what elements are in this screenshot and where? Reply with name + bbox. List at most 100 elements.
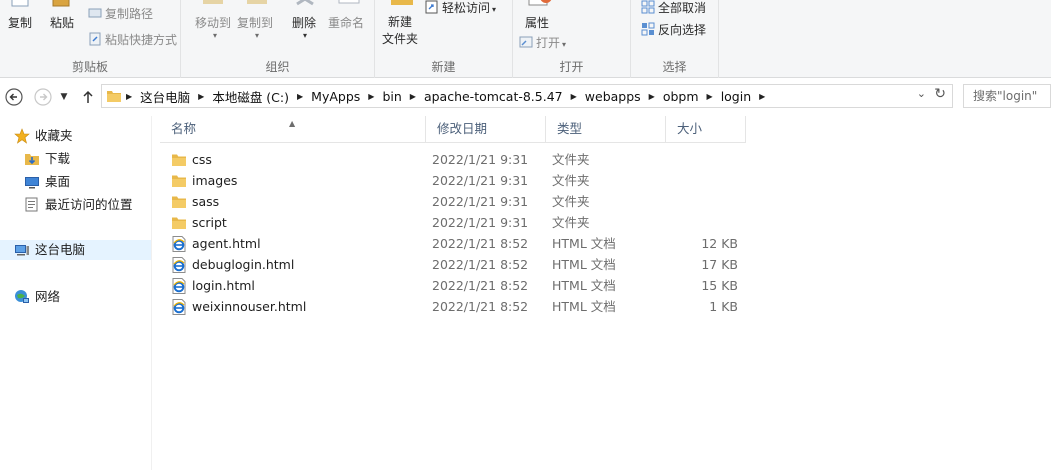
rename-icon xyxy=(337,0,361,11)
search-placeholder: 搜索"login" xyxy=(973,89,1038,103)
folder-icon xyxy=(171,173,187,192)
breadcrumb-item[interactable]: 本地磁盘 (C:) xyxy=(206,87,295,106)
search-input[interactable]: 搜索"login" xyxy=(963,84,1051,108)
ribbon-group-select: 全部取消 反向选择 选择 xyxy=(631,0,719,78)
copy-path-icon xyxy=(88,6,102,20)
properties-button[interactable]: 属性 xyxy=(525,14,549,31)
sidebar-item-recent[interactable]: 最近访问的位置 xyxy=(24,195,133,215)
star-icon xyxy=(14,128,30,144)
address-bar[interactable]: ▶ 这台电脑 ▶ 本地磁盘 (C:) ▶ MyApps ▶ bin ▶ apache-tomcat… xyxy=(101,84,953,108)
folder-icon xyxy=(171,215,187,234)
breadcrumb-separator-icon[interactable]: ▶ xyxy=(124,92,134,101)
new-folder-button[interactable]: 新建 文件夹 xyxy=(382,14,418,48)
easy-access-button[interactable]: 轻松访问 ▾ xyxy=(425,0,496,16)
open-button[interactable]: 打开 ▾ xyxy=(519,34,566,51)
breadcrumb-separator-icon[interactable]: ▶ xyxy=(757,92,767,101)
recent-locations-button[interactable]: ▼ xyxy=(57,87,71,107)
sidebar-item-desktop[interactable]: 桌面 xyxy=(24,172,70,192)
file-name: images xyxy=(192,173,238,188)
computer-icon xyxy=(15,245,29,256)
file-row[interactable]: css 2022/1/21 9:31 文件夹 xyxy=(160,149,746,170)
refresh-button[interactable]: ↻ xyxy=(934,86,946,102)
column-header-modified[interactable]: 修改日期 xyxy=(426,116,546,142)
delete-caret[interactable]: ▾ xyxy=(301,27,307,41)
up-button[interactable] xyxy=(78,87,98,107)
file-row[interactable]: login.html 2022/1/21 8:52 HTML 文档 15 KB xyxy=(160,275,746,296)
back-arrow-icon xyxy=(5,88,23,106)
breadcrumb-separator-icon[interactable]: ▶ xyxy=(705,92,715,101)
new-group-label: 新建 xyxy=(431,60,456,74)
file-type: HTML 文档 xyxy=(552,236,616,251)
file-modified-date: 2022/1/21 8:52 xyxy=(432,257,529,272)
file-type: 文件夹 xyxy=(552,173,590,188)
open-icon xyxy=(519,35,533,49)
column-header-name[interactable]: ▲ 名称 xyxy=(160,116,426,142)
breadcrumb-item[interactable]: 这台电脑 xyxy=(134,87,196,106)
paste-button[interactable]: 粘贴 xyxy=(50,14,74,31)
select-none-icon xyxy=(641,0,655,14)
file-size: 1 KB xyxy=(709,299,738,314)
breadcrumb-separator-icon[interactable]: ▶ xyxy=(366,92,376,101)
desktop-icon xyxy=(25,177,39,189)
breadcrumb-separator-icon[interactable]: ▶ xyxy=(295,92,305,101)
file-row[interactable]: weixinnouser.html 2022/1/21 8:52 HTML 文档 1 … xyxy=(160,296,746,317)
sidebar-item-network[interactable]: 网络 xyxy=(14,287,60,307)
copy-button[interactable]: 复制 xyxy=(8,14,32,31)
file-size: 12 KB xyxy=(701,236,738,251)
file-modified-date: 2022/1/21 8:52 xyxy=(432,278,529,293)
breadcrumb-separator-icon[interactable]: ▶ xyxy=(408,92,418,101)
column-header-size[interactable]: 大小 xyxy=(666,116,746,142)
breadcrumb-separator-icon[interactable]: ▶ xyxy=(196,92,206,101)
sidebar-item-this-pc[interactable]: 这台电脑 xyxy=(0,240,151,260)
file-row[interactable]: agent.html 2022/1/21 8:52 HTML 文档 12 KB xyxy=(160,233,746,254)
file-type: 文件夹 xyxy=(552,194,590,209)
file-row[interactable]: script 2022/1/21 9:31 文件夹 xyxy=(160,212,746,233)
file-row[interactable]: sass 2022/1/21 9:31 文件夹 xyxy=(160,191,746,212)
address-history-dropdown[interactable]: ⌄ xyxy=(917,87,926,100)
breadcrumb-item[interactable]: apache-tomcat-8.5.47 xyxy=(418,89,569,104)
file-row[interactable]: debuglogin.html 2022/1/21 8:52 HTML 文档 17 K… xyxy=(160,254,746,275)
file-type: 文件夹 xyxy=(552,215,590,230)
breadcrumb-separator-icon[interactable]: ▶ xyxy=(569,92,579,101)
folder-icon xyxy=(107,91,121,102)
file-modified-date: 2022/1/21 8:52 xyxy=(432,299,529,314)
select-none-button[interactable]: 全部取消 xyxy=(641,0,706,16)
breadcrumb-item[interactable]: login xyxy=(715,89,757,104)
paste-icon xyxy=(48,0,74,11)
file-name: script xyxy=(192,215,227,230)
file-name: login.html xyxy=(192,278,255,293)
breadcrumb-item[interactable]: MyApps xyxy=(305,89,366,104)
file-row[interactable]: images 2022/1/21 9:31 文件夹 xyxy=(160,170,746,191)
forward-button[interactable] xyxy=(33,87,53,107)
copy-path-button[interactable]: 复制路径 xyxy=(88,5,153,22)
sidebar-item-favorites[interactable]: 收藏夹 xyxy=(14,126,73,146)
breadcrumb-item[interactable]: webapps xyxy=(579,89,647,104)
move-to-caret[interactable]: ▾ xyxy=(211,27,217,41)
copy-to-caret[interactable]: ▾ xyxy=(253,27,259,41)
rename-button[interactable]: 重命名 xyxy=(328,14,364,31)
easy-access-caret: ▾ xyxy=(492,5,497,14)
refresh-icon: ↻ xyxy=(934,86,946,102)
back-button[interactable] xyxy=(4,87,24,107)
ribbon-group-clipboard: 复制 粘贴 复制路径 粘贴快捷方式 剪贴板 xyxy=(0,0,181,78)
file-name: css xyxy=(192,152,212,167)
file-name: weixinnouser.html xyxy=(192,299,307,314)
column-header-type[interactable]: 类型 xyxy=(546,116,666,142)
html-file-icon xyxy=(171,299,187,318)
breadcrumb-separator-icon[interactable]: ▶ xyxy=(647,92,657,101)
invert-selection-button[interactable]: 反向选择 xyxy=(641,21,706,38)
file-type: HTML 文档 xyxy=(552,257,616,272)
breadcrumb-item[interactable]: obpm xyxy=(657,89,705,104)
file-size xyxy=(666,212,738,233)
breadcrumb-item[interactable]: bin xyxy=(376,89,407,104)
header-divider xyxy=(160,142,746,143)
folder-icon xyxy=(171,152,187,171)
copy-to-icon xyxy=(245,0,269,11)
html-file-icon xyxy=(171,257,187,276)
ribbon: 复制 粘贴 复制路径 粘贴快捷方式 剪贴板 移动到 ▾ 复制到 ▾ 删除 ▾ 重… xyxy=(0,0,1051,78)
sidebar-item-downloads[interactable]: 下载 xyxy=(24,149,70,169)
navigation-pane: 收藏夹 下载 桌面 最近访问的位置 这台电脑 网络 xyxy=(0,116,152,470)
file-type: 文件夹 xyxy=(552,152,590,167)
open-caret: ▾ xyxy=(562,40,567,49)
paste-shortcut-button[interactable]: 粘贴快捷方式 xyxy=(88,31,177,48)
